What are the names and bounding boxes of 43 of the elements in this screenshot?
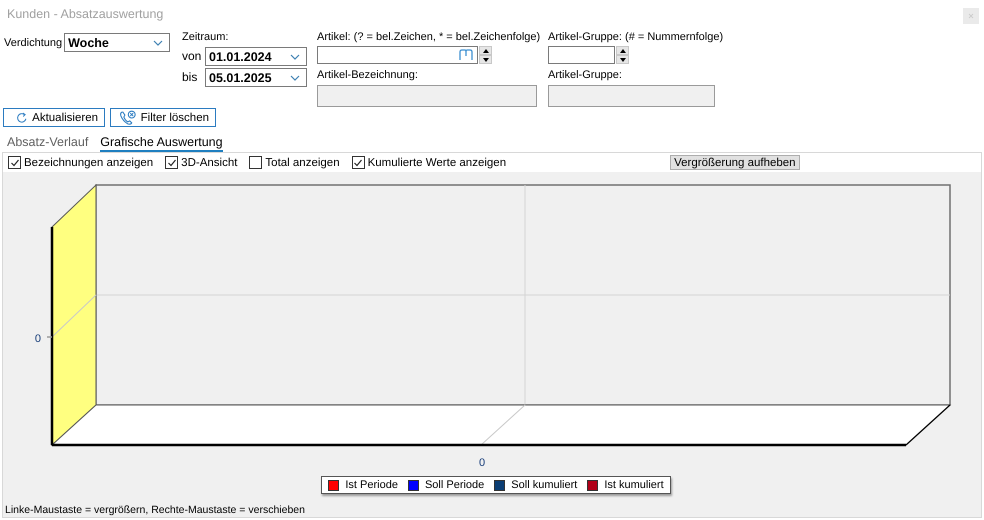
artikel-label: Artikel: (? = bel.Zeichen, * = bel.Zeichenfolge) [317, 31, 542, 44]
von-label: von [182, 50, 202, 63]
checkbox-option[interactable]: 3D-Ansicht [165, 156, 238, 169]
artikel-gruppe-description-label: Artikel-Gruppe: [548, 69, 623, 82]
checkbox-option[interactable]: Kumulierte Werte anzeigen [352, 156, 506, 169]
tab[interactable]: Grafische Auswertung [100, 134, 223, 152]
artikel-bezeichnung-label: Artikel-Bezeichnung: [317, 69, 419, 82]
zeitraum-label: Zeitraum: [182, 31, 230, 44]
clear-filter-button[interactable]: Filter löschen [110, 108, 216, 127]
verdichtung-label: Verdichtung [4, 37, 62, 50]
refresh-icon [16, 110, 28, 126]
y-axis-label: 0 [34, 333, 41, 345]
verdichtung-dropdown[interactable]: Woche [64, 33, 170, 52]
legend-label: Ist kumuliert [604, 479, 664, 491]
phone-icon [119, 110, 137, 126]
x-axis-label: 0 [478, 457, 486, 469]
artikel-bezeichnung-field[interactable] [317, 85, 537, 107]
chevron-down-icon [290, 54, 300, 60]
legend-label: Ist Periode [345, 479, 398, 491]
legend-label: Soll Periode [424, 479, 484, 491]
bis-label: bis [182, 71, 198, 84]
chevron-down-icon [290, 74, 300, 80]
artikel-input-field[interactable] [317, 46, 478, 64]
check-icon [353, 158, 364, 168]
artikel-gruppe-label: Artikel-Gruppe: (# = Nummernfolge) [548, 31, 724, 44]
chevron-down-icon [153, 40, 164, 46]
checkbox-option[interactable]: Total anzeigen [249, 156, 340, 169]
date-picker[interactable]: 01.01.2024 [205, 47, 307, 66]
check-icon [166, 158, 177, 168]
hint-text: Linke-Maustaste = vergrößern, Rechte-Maustaste = verschieben [4, 504, 306, 516]
window-title: Kunden - Absatzauswertung [7, 7, 164, 21]
date-picker[interactable]: 05.01.2025 [205, 68, 307, 87]
spin-buttons[interactable] [479, 46, 492, 64]
check-icon [10, 158, 20, 168]
spin-buttons[interactable] [616, 46, 629, 64]
artikel-gruppe-field[interactable] [548, 85, 715, 107]
refresh-button[interactable]: Aktualisieren [3, 108, 105, 127]
tab[interactable]: Absatz-Verlauf [7, 134, 88, 152]
legend-label: Soll kumuliert [511, 479, 578, 491]
artikel-gruppe-input-field[interactable] [548, 46, 615, 64]
zoom-reset-button[interactable]: Vergrößerung aufheben [670, 155, 800, 170]
checkbox-option[interactable]: Bezeichnungen anzeigen [8, 156, 154, 169]
book-icon[interactable] [459, 49, 473, 61]
